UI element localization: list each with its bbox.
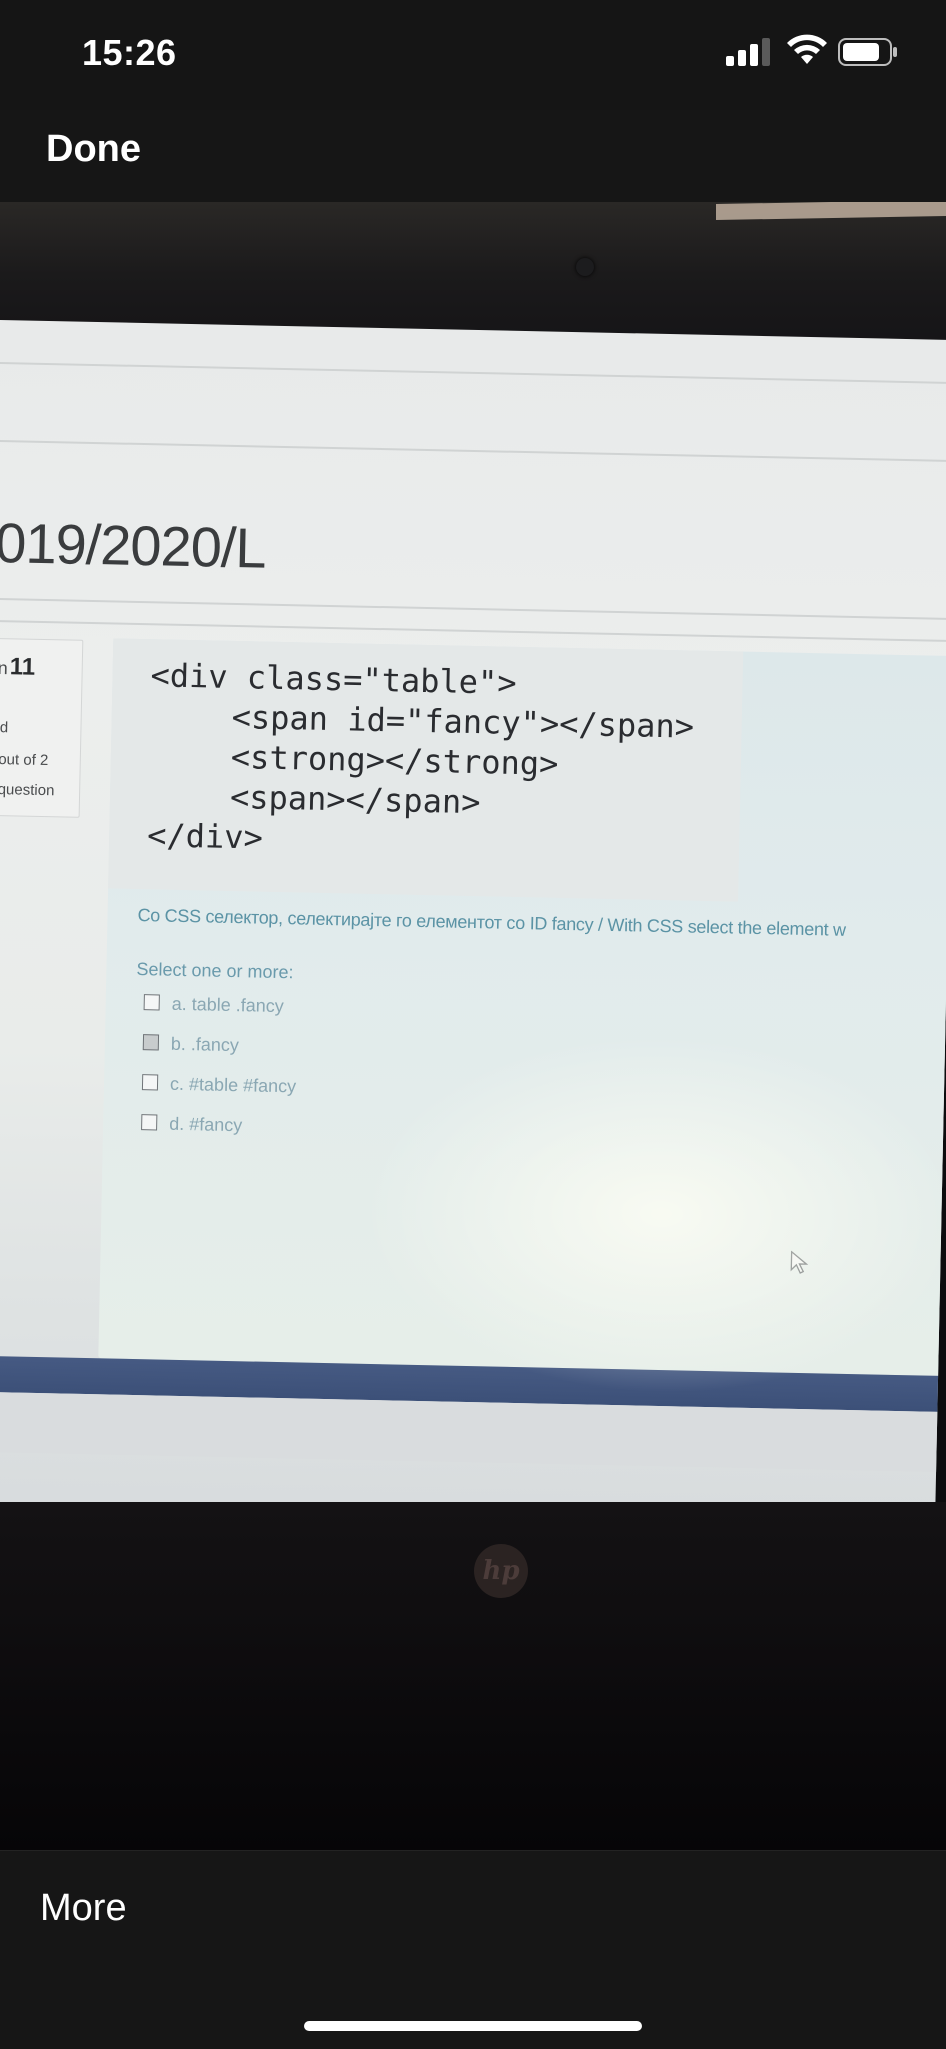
- divider: [0, 597, 946, 621]
- flag-question-link[interactable]: g question: [0, 781, 55, 799]
- laptop-screen: 019/2020/L on11 t red d out of 2 g quest…: [0, 320, 946, 1550]
- code-snippet: <div class="table"> <span id="fancy"></s…: [108, 638, 744, 902]
- option-label: d. #fancy: [168, 1113, 243, 1136]
- done-button[interactable]: Done: [46, 128, 141, 171]
- wifi-icon: [787, 34, 827, 64]
- checkbox[interactable]: [143, 994, 160, 1011]
- option-label: c. #table #fancy: [169, 1073, 297, 1097]
- question-info-panel: on11 t red d out of 2 g question: [0, 637, 84, 818]
- question-prefix: on: [0, 657, 8, 679]
- option-label: b. .fancy: [170, 1033, 240, 1056]
- more-button[interactable]: More: [40, 1887, 127, 1930]
- checkbox[interactable]: [141, 1074, 159, 1091]
- status-time: 15:26: [82, 32, 177, 73]
- webcam: [576, 258, 594, 276]
- hp-logo: hp: [474, 1544, 528, 1598]
- answer-option-c[interactable]: c. #table #fancy: [141, 1073, 297, 1097]
- course-title: 019/2020/L: [0, 510, 267, 580]
- divider: [0, 439, 946, 463]
- status-bar: 15:26: [0, 0, 946, 110]
- cellular-signal-icon: [726, 38, 770, 66]
- select-label: Select one or more:: [136, 959, 294, 983]
- answer-option-a[interactable]: a. table .fancy: [143, 993, 284, 1017]
- answer-option-d[interactable]: d. #fancy: [141, 1113, 242, 1136]
- question-number: on11: [0, 653, 35, 682]
- checkbox[interactable]: [142, 1034, 160, 1051]
- home-indicator[interactable]: [304, 2021, 642, 2031]
- divider: [0, 361, 946, 385]
- bottom-toolbar: More: [0, 1850, 946, 2049]
- mouse-cursor-icon: [790, 1250, 809, 1274]
- checkbox[interactable]: [141, 1114, 158, 1131]
- bezel-sticker: [716, 202, 946, 221]
- question-content: <div class="table"> <span id="fancy"></s…: [98, 638, 946, 1377]
- photo-viewer[interactable]: 019/2020/L on11 t red d out of 2 g quest…: [0, 202, 946, 1850]
- info-line: d out of 2: [0, 751, 49, 770]
- question-text: Со CSS селектор, селектирајте го елемент…: [137, 905, 846, 940]
- answer-option-b[interactable]: b. .fancy: [142, 1033, 240, 1056]
- option-label: a. table .fancy: [171, 993, 284, 1017]
- info-line: red: [0, 718, 9, 737]
- battery-icon: [838, 38, 897, 66]
- question-number-value: 11: [9, 653, 36, 681]
- laptop-bottom-bezel: [0, 1502, 946, 1850]
- nav-bar: Done: [0, 110, 946, 202]
